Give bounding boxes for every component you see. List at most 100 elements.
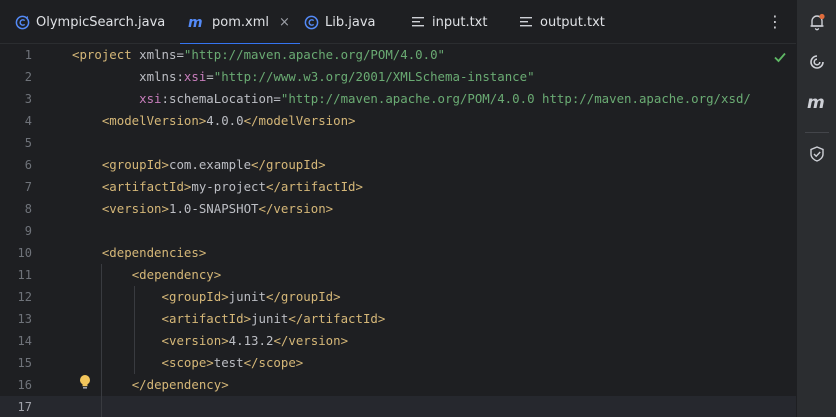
more-tabs-button[interactable]: ⋮: [766, 12, 784, 32]
code-line[interactable]: 13 <artifactId>junit</artifactId>: [0, 308, 796, 330]
line-number: 15: [17, 356, 32, 370]
code-line[interactable]: 12 <groupId>junit</groupId>: [0, 286, 796, 308]
line-number: 3: [24, 92, 32, 106]
tab-pom-xml[interactable]: m pom.xml ×: [180, 0, 300, 45]
tab-label: Lib.java: [325, 14, 376, 30]
code-token: 4.0.0: [206, 113, 244, 128]
code-line[interactable]: 15 <scope>test</scope>: [0, 352, 796, 374]
maven-tool-icon[interactable]: m: [805, 90, 829, 114]
code-text: <artifactId>my-project</artifactId>: [72, 176, 363, 198]
line-number: 10: [17, 246, 32, 260]
code-editor[interactable]: 17 16 </dependency> 15 <scope>test</scope>…: [0, 44, 796, 417]
code-token: 1.0-SNAPSHOT: [168, 201, 259, 216]
code-token: </scope>: [243, 355, 304, 370]
code-token: "http://www.w3.org/2001/XMLSchema-instan…: [213, 69, 535, 84]
code-token: junit: [251, 311, 289, 326]
code-text: <version>1.0-SNAPSHOT</version>: [72, 198, 333, 220]
code-token: <groupId>: [161, 289, 229, 304]
maven-icon: m: [188, 14, 206, 30]
code-line[interactable]: 10 <dependencies>: [0, 242, 796, 264]
code-token: <dependency>: [131, 267, 222, 282]
code-token: <scope>: [161, 355, 214, 370]
line-number: 12: [17, 290, 32, 304]
tab-label: input.txt: [432, 14, 488, 30]
code-text: <modelVersion>4.0.0</modelVersion>: [72, 110, 356, 132]
lightbulb-icon[interactable]: [78, 374, 92, 390]
code-line[interactable]: 6 <groupId>com.example</groupId>: [0, 154, 796, 176]
line-number: 2: [24, 70, 32, 84]
code-token: xmlns: [139, 47, 177, 62]
notifications-icon[interactable]: [805, 10, 829, 34]
code-token: <artifactId>: [161, 311, 252, 326]
indent-guide: [101, 264, 102, 417]
code-token: <version>: [161, 333, 229, 348]
code-line[interactable]: 17: [0, 396, 796, 417]
tab-olympicsearch-java[interactable]: OlympicSearch.java: [14, 0, 165, 44]
no-problems-check-icon[interactable]: [773, 49, 787, 63]
code-token: </artifactId>: [265, 179, 363, 194]
text-file-icon: [410, 14, 426, 30]
code-line[interactable]: 16 </dependency>: [0, 374, 796, 396]
java-class-icon: [303, 14, 319, 30]
code-token: <dependencies>: [101, 245, 207, 260]
code-line[interactable]: 8 <version>1.0-SNAPSHOT</version>: [0, 198, 796, 220]
code-token: </artifactId>: [288, 311, 386, 326]
code-token: <version>: [101, 201, 169, 216]
code-text: xmlns:xsi="http://www.w3.org/2001/XMLSch…: [72, 66, 535, 88]
indent-guide: [134, 286, 135, 374]
code-token: xsi: [183, 69, 207, 84]
svg-text:m: m: [188, 15, 203, 29]
code-token: com.example: [168, 157, 252, 172]
code-token: xmlns:: [139, 69, 184, 84]
code-token: =: [206, 69, 214, 84]
tab-label: OlympicSearch.java: [36, 14, 166, 30]
code-line[interactable]: 5: [0, 132, 796, 154]
code-text: <artifactId>junit</artifactId>: [72, 308, 386, 330]
code-line[interactable]: 1 <project xmlns="http://maven.apache.org…: [0, 44, 796, 66]
line-number: 14: [17, 334, 32, 348]
code-line[interactable]: 14 <version>4.13.2</version>: [0, 330, 796, 352]
code-line[interactable]: 9: [0, 220, 796, 242]
code-line[interactable]: 7 <artifactId>my-project</artifactId>: [0, 176, 796, 198]
code-token: test: [213, 355, 244, 370]
security-shield-icon[interactable]: [805, 142, 829, 166]
ide-window: OlympicSearch.java m pom.xml × Lib.java …: [0, 0, 836, 417]
code-text: <groupId>junit</groupId>: [72, 286, 341, 308]
code-text: xsi:schemaLocation="http://maven.apache.…: [72, 88, 751, 110]
code-line[interactable]: 2 xmlns:xsi="http://www.w3.org/2001/XMLS…: [0, 66, 796, 88]
code-token: </groupId>: [251, 157, 326, 172]
line-number: 1: [24, 48, 32, 62]
ai-assistant-icon[interactable]: [805, 50, 829, 74]
tab-output-txt[interactable]: output.txt: [518, 0, 605, 44]
line-number: 8: [24, 202, 32, 216]
code-line[interactable]: 11 <dependency>: [0, 264, 796, 286]
code-text: <dependency>: [72, 264, 222, 286]
line-number: 11: [17, 268, 32, 282]
code-line[interactable]: 4 <modelVersion>4.0.0</modelVersion>: [0, 110, 796, 132]
code-token: </dependency>: [131, 377, 229, 392]
code-token: xsi: [139, 91, 162, 106]
right-tool-window-bar: m: [796, 0, 836, 417]
line-number: 6: [24, 158, 32, 172]
text-file-icon: [518, 14, 534, 30]
code-text: <groupId>com.example</groupId>: [72, 154, 326, 176]
code-token: </version>: [273, 333, 349, 348]
line-number: 7: [24, 180, 32, 194]
close-icon[interactable]: ×: [279, 15, 290, 30]
code-line[interactable]: 3 xsi:schemaLocation="http://maven.apach…: [0, 88, 796, 110]
code-token: </groupId>: [265, 289, 341, 304]
line-number: 13: [17, 312, 32, 326]
tab-input-txt[interactable]: input.txt: [410, 0, 487, 44]
tab-lib-java[interactable]: Lib.java: [303, 0, 375, 44]
tab-label: output.txt: [540, 14, 605, 30]
code-token: "http://maven.apache.org/POM/4.0.0": [183, 47, 446, 62]
